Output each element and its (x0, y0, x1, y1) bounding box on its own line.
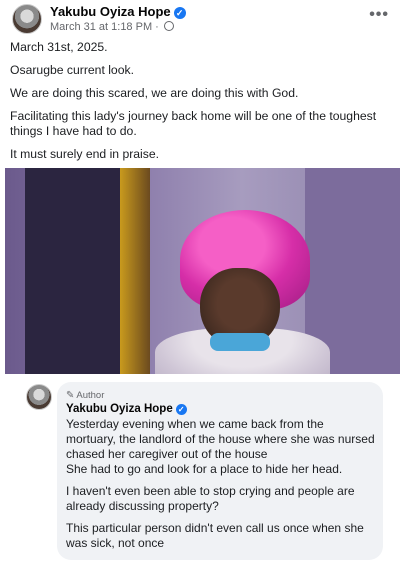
author-name-text[interactable]: Yakubu Oyiza Hope (50, 4, 171, 19)
comment-paragraph: Yesterday evening when we came back from… (66, 417, 375, 476)
comment-bubble: ✎ Author Yakubu Oyiza Hope ✓ Yesterday eve… (57, 382, 383, 560)
author-avatar[interactable] (12, 4, 42, 34)
post-photo[interactable] (5, 168, 400, 374)
more-options-icon[interactable]: ••• (369, 6, 389, 24)
post-body: March 31st, 2025. Osarugbe current look.… (10, 40, 402, 170)
photo-gold-panel (120, 168, 150, 374)
author-badge-label: Author (76, 390, 105, 401)
post-timestamp[interactable]: March 31 at 1:18 PM (50, 21, 152, 33)
comment-text: Yesterday evening when we came back from… (66, 417, 376, 558)
verified-badge-icon: ✓ (173, 7, 186, 19)
photo-face-mask (210, 333, 270, 351)
commenter-name-text[interactable]: Yakubu Oyiza Hope (66, 403, 173, 415)
commenter-name[interactable]: Yakubu Oyiza Hope ✓ (66, 403, 187, 415)
post-text-line: It must surely end in praise. (10, 147, 160, 161)
comment: ✎ Author Yakubu Oyiza Hope ✓ Yesterday eve… (0, 380, 409, 567)
comment-paragraph: This particular person didn't even call … (66, 521, 364, 550)
post-header: Yakubu Oyiza Hope ✓ March 31 at 1:18 PM ·… (0, 0, 409, 38)
post-meta: March 31 at 1:18 PM · (50, 21, 174, 33)
photo-dark-panel (25, 168, 120, 374)
post-text-line: March 31st, 2025. (10, 40, 108, 54)
author-name[interactable]: Yakubu Oyiza Hope ✓ (50, 4, 186, 19)
author-badge: ✎ Author (66, 390, 104, 401)
post-text-line: We are doing this scared, we are doing t… (10, 86, 299, 100)
comment-paragraph: I haven't even been able to stop crying … (66, 484, 355, 513)
verified-badge-icon: ✓ (175, 404, 187, 415)
pencil-icon: ✎ (66, 390, 75, 401)
commenter-avatar[interactable] (26, 384, 52, 410)
meta-separator: · (155, 21, 159, 33)
globe-icon (163, 21, 174, 31)
post-text-line: Facilitating this lady's journey back ho… (10, 109, 377, 138)
post-text-line: Osarugbe current look. (10, 63, 134, 77)
